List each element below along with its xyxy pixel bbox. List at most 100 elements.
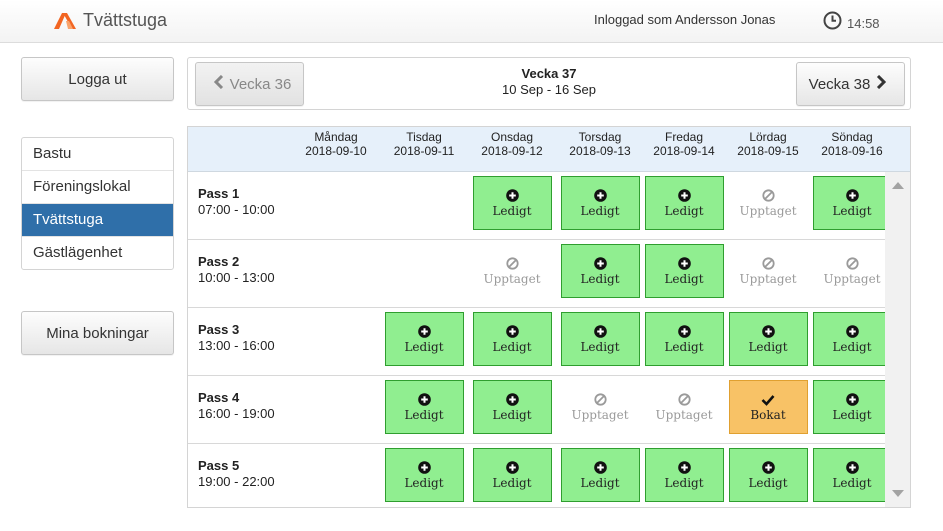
plus-circle-icon [677, 324, 691, 339]
slot-free[interactable]: Ledigt [728, 312, 808, 366]
slot-status-label: Upptaget [823, 272, 881, 286]
plus-circle-icon [505, 324, 519, 339]
slot-taken: Upptaget [473, 244, 552, 298]
slot-free[interactable]: Ledigt [560, 244, 640, 298]
ban-icon [761, 256, 775, 271]
next-week-button[interactable]: Vecka 38 [796, 62, 905, 106]
slot-status-label: Ledigt [492, 476, 532, 490]
sidebar-item-foreningslokal[interactable]: Föreningslokal [22, 171, 173, 204]
slot-free[interactable]: Ledigt [812, 176, 892, 230]
slot-free[interactable]: Ledigt [384, 312, 464, 366]
slot-free[interactable]: Ledigt [384, 380, 464, 434]
slot-status-label: Upptaget [483, 272, 541, 286]
day-date: 2018-09-14 [653, 144, 715, 158]
top-bar: Tvättstuga Inloggad som Andersson Jonas … [0, 0, 943, 43]
pass-time: 16:00 - 19:00 [198, 406, 275, 421]
slot-free[interactable]: Ledigt [472, 176, 552, 230]
slot-status-label: Ledigt [664, 272, 704, 286]
pass-row: Pass 2 10:00 - 13:00 Upptaget Ledigt Ledigt U… [188, 240, 885, 308]
day-header-3: Torsdag 2018-09-13 [558, 130, 642, 158]
slot-free[interactable]: Ledigt [812, 448, 892, 502]
plus-circle-icon [845, 324, 859, 339]
plus-circle-icon [593, 460, 607, 475]
day-name: Tisdag [406, 130, 442, 144]
slot-free[interactable]: Ledigt [644, 312, 724, 366]
chevron-right-icon [876, 74, 887, 93]
slot-free[interactable]: Ledigt [472, 380, 552, 434]
week-navigation: Vecka 36 Vecka 37 10 Sep - 16 Sep Vecka … [187, 57, 911, 110]
slot-booked[interactable]: Bokat [728, 380, 808, 434]
slot-status-label: Ledigt [404, 340, 444, 354]
logged-in-user: Inloggad som Andersson Jonas [594, 12, 776, 27]
scroll-up-arrow-icon[interactable] [892, 182, 904, 189]
scroll-down-arrow-icon[interactable] [892, 490, 904, 497]
plus-circle-icon [845, 188, 859, 203]
current-time: 14:58 [847, 15, 880, 31]
slot-free[interactable]: Ledigt [560, 176, 640, 230]
slot-status-label: Ledigt [580, 272, 620, 286]
slot-taken: Upptaget [645, 380, 724, 434]
day-date: 2018-09-10 [305, 144, 367, 158]
slot-status-label: Ledigt [832, 340, 872, 354]
slot-free[interactable]: Ledigt [728, 448, 808, 502]
scrollbar[interactable] [885, 172, 910, 507]
slot-free[interactable]: Ledigt [644, 448, 724, 502]
ban-icon [505, 256, 519, 271]
plus-circle-icon [417, 392, 431, 407]
slot-free[interactable]: Ledigt [644, 244, 724, 298]
pass-name: Pass 5 [198, 458, 240, 473]
day-date: 2018-09-15 [737, 144, 799, 158]
slot-status-label: Ledigt [664, 340, 704, 354]
pass-row: Pass 5 19:00 - 22:00 Ledigt Ledigt Ledigt Led… [188, 444, 892, 507]
slot-free[interactable]: Ledigt [472, 448, 552, 502]
logout-button[interactable]: Logga ut [21, 57, 174, 101]
slot-free[interactable]: Ledigt [560, 312, 640, 366]
slot-taken: Upptaget [813, 244, 892, 298]
my-bookings-button[interactable]: Mina bokningar [21, 311, 174, 355]
plus-circle-icon [677, 188, 691, 203]
day-header-4: Fredag 2018-09-14 [642, 130, 726, 158]
sidebar-item-gastlagenhet[interactable]: Gästlägenhet [22, 237, 173, 269]
brand[interactable]: Tvättstuga [54, 9, 167, 31]
slot-status-label: Ledigt [492, 340, 532, 354]
slot-status-label: Ledigt [580, 476, 620, 490]
day-name: Lördag [749, 130, 787, 144]
day-date: 2018-09-11 [393, 144, 455, 158]
pass-row: Pass 3 13:00 - 16:00 Ledigt Ledigt Ledigt Led… [188, 308, 892, 376]
slot-free[interactable]: Ledigt [560, 448, 640, 502]
plus-circle-icon [417, 460, 431, 475]
slot-status-label: Ledigt [664, 204, 704, 218]
plus-circle-icon [593, 188, 607, 203]
day-name: Måndag [314, 130, 358, 144]
slot-status-label: Ledigt [580, 340, 620, 354]
slot-free[interactable]: Ledigt [644, 176, 724, 230]
next-week-label: Vecka 38 [808, 75, 871, 93]
logo-icon [54, 11, 80, 29]
clock: 14:58 [823, 11, 880, 35]
sidebar-item-tvattstuga[interactable]: Tvättstuga [22, 204, 173, 237]
plus-circle-icon [761, 460, 775, 475]
day-header-1: Tisdag 2018-09-11 [382, 130, 466, 158]
plus-circle-icon [845, 392, 859, 407]
pass-row: Pass 4 16:00 - 19:00 Ledigt Ledigt Upptaget U… [188, 376, 892, 444]
plus-circle-icon [677, 460, 691, 475]
slot-free[interactable]: Ledigt [472, 312, 552, 366]
plus-circle-icon [761, 324, 775, 339]
day-date: 2018-09-16 [821, 144, 883, 158]
slot-status-label: Bokat [750, 408, 786, 422]
slot-status-label: Upptaget [739, 204, 797, 218]
booking-schedule: Måndag 2018-09-10 Tisdag 2018-09-11 Onsdag 20… [187, 126, 911, 508]
slot-free[interactable]: Ledigt [812, 312, 892, 366]
pass-name: Pass 3 [198, 322, 240, 337]
pass-rows: Pass 1 07:00 - 10:00 Ledigt Ledigt Ledigt Upp… [188, 172, 892, 507]
slot-free[interactable]: Ledigt [384, 448, 464, 502]
sidebar-item-bastu[interactable]: Bastu [22, 138, 173, 171]
slot-status-label: Ledigt [748, 476, 788, 490]
slot-free[interactable]: Ledigt [812, 380, 892, 434]
day-name: Fredag [664, 130, 704, 144]
slot-status-label: Upptaget [655, 408, 713, 422]
day-date: 2018-09-13 [569, 144, 631, 158]
clock-icon [823, 11, 842, 35]
pass-time: 13:00 - 16:00 [198, 338, 275, 353]
plus-circle-icon [593, 324, 607, 339]
